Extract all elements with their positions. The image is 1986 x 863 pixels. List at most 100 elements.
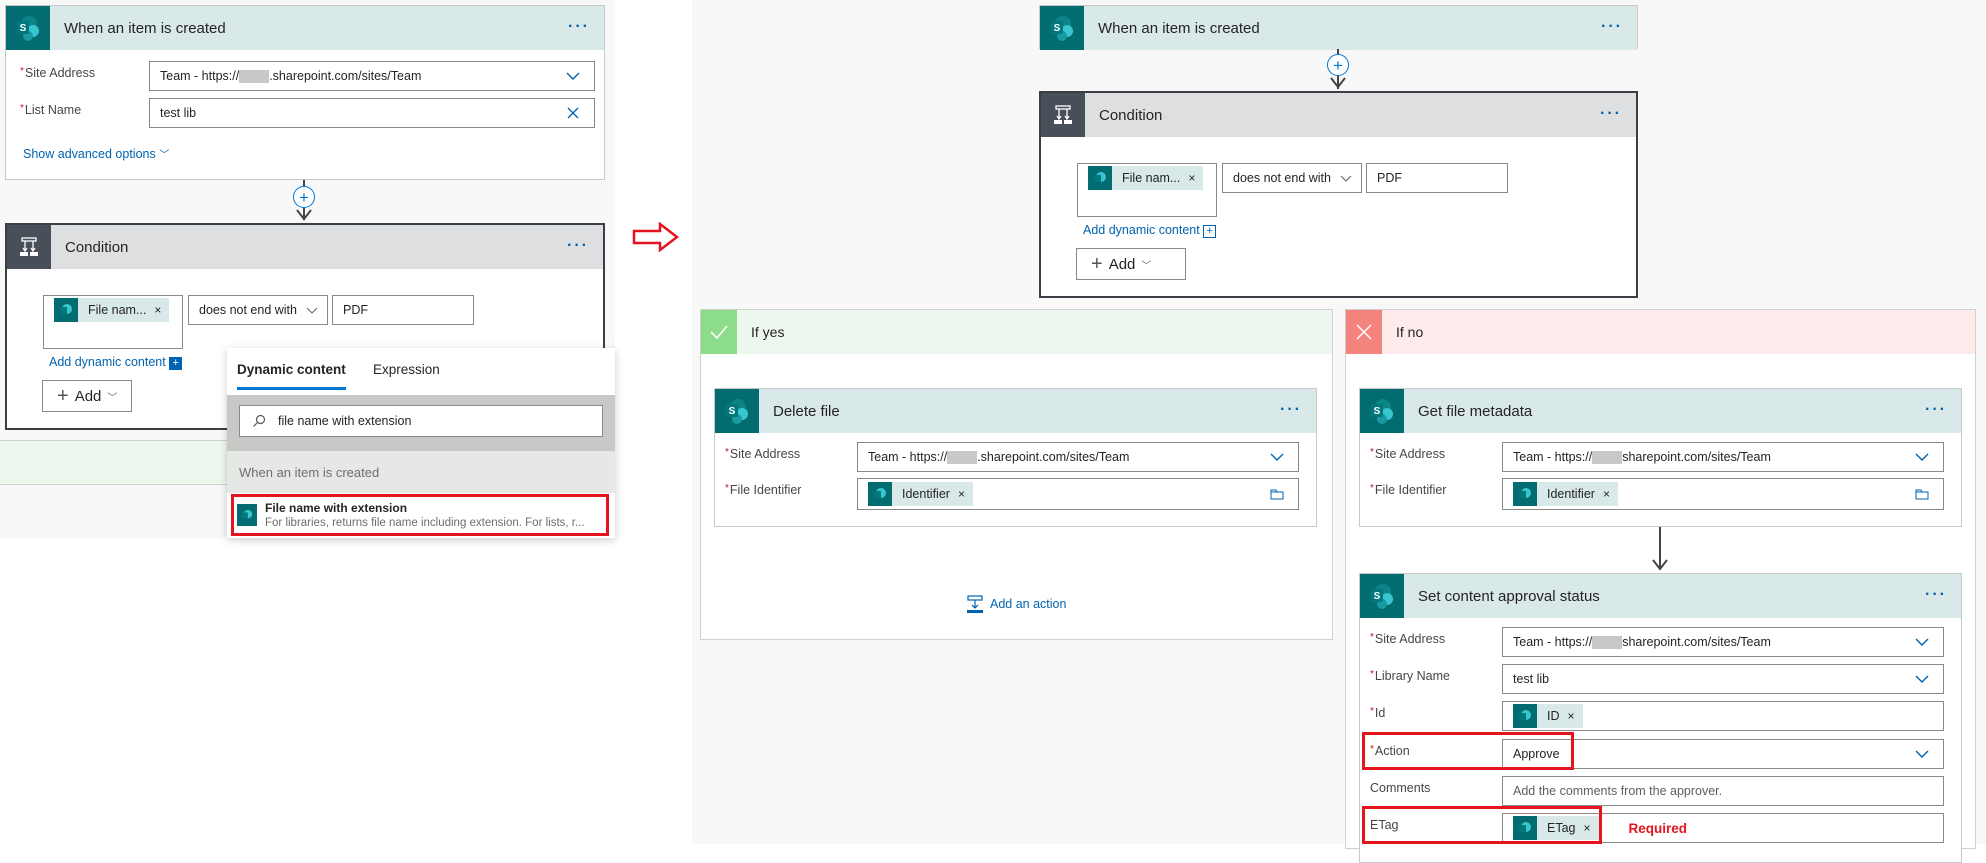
- more-options-icon[interactable]: ···: [568, 18, 590, 36]
- site-address-dropdown[interactable]: Team - https://.sharepoint.com/sites/Tea…: [149, 61, 595, 91]
- highlight-box-action: [1362, 732, 1574, 770]
- redacted-tenant: [947, 450, 978, 464]
- transition-arrow-icon: [632, 222, 680, 252]
- chevron-down-icon[interactable]: [1915, 635, 1929, 649]
- tab-expression[interactable]: Expression: [373, 362, 440, 377]
- chevron-down-icon[interactable]: [1915, 672, 1929, 686]
- add-dynamic-content-link[interactable]: Add dynamic content +: [49, 355, 183, 370]
- file-identifier-input[interactable]: Identifier ×: [1502, 478, 1944, 510]
- remove-token-icon[interactable]: ×: [154, 303, 161, 317]
- operator-dropdown[interactable]: does not end with: [1222, 163, 1362, 193]
- add-action-icon: [967, 595, 983, 613]
- site-address-dropdown[interactable]: Team - https://sharepoint.com/sites/Team: [1502, 627, 1944, 657]
- arrow-down-icon: [1652, 559, 1668, 571]
- sharepoint-icon: S: [1360, 574, 1404, 618]
- chevron-down-icon[interactable]: [1915, 747, 1929, 761]
- folder-icon[interactable]: [1270, 487, 1284, 501]
- add-condition-button[interactable]: + Add ﹀: [42, 380, 132, 412]
- condition-header[interactable]: Condition ···: [1041, 93, 1636, 137]
- chevron-down-icon[interactable]: [1270, 450, 1284, 464]
- condition-icon: [7, 225, 51, 269]
- file-name-token[interactable]: File nam... ×: [54, 298, 170, 322]
- remove-token-icon[interactable]: ×: [958, 487, 965, 501]
- more-options-icon[interactable]: ···: [1925, 586, 1947, 604]
- get-file-metadata-header[interactable]: S Get file metadata ···: [1360, 389, 1961, 433]
- library-name-dropdown[interactable]: test lib: [1502, 664, 1944, 694]
- trigger-header[interactable]: S When an item is created ···: [6, 6, 604, 50]
- chevron-down-icon[interactable]: [566, 69, 580, 83]
- chevron-down-icon[interactable]: [1915, 450, 1929, 464]
- site-address-dropdown[interactable]: Team - https://sharepoint.com/sites/Team: [1502, 442, 1944, 472]
- if-no-header[interactable]: If no: [1346, 310, 1975, 354]
- sharepoint-icon: [1513, 482, 1537, 506]
- if-yes-header[interactable]: If yes: [701, 310, 1332, 354]
- list-name-input[interactable]: test lib: [149, 98, 595, 128]
- condition-value-input[interactable]: PDF: [332, 295, 474, 325]
- folder-icon[interactable]: [1915, 487, 1929, 501]
- group-header: When an item is created: [227, 451, 615, 493]
- sharepoint-icon: S: [1360, 389, 1404, 433]
- redacted-tenant: [1592, 450, 1623, 464]
- remove-token-icon[interactable]: ×: [1603, 487, 1610, 501]
- condition-value-input[interactable]: PDF: [1366, 163, 1508, 193]
- sharepoint-icon: S: [6, 6, 50, 50]
- id-label: *Id: [1370, 706, 1386, 720]
- more-options-icon[interactable]: ···: [567, 237, 589, 255]
- set-content-approval-header[interactable]: S Set content approval status ···: [1360, 574, 1961, 618]
- trigger-header[interactable]: S When an item is created ···: [1040, 6, 1637, 50]
- right-trigger-card[interactable]: S When an item is created ···: [1039, 5, 1638, 50]
- file-identifier-label: *File Identifier: [1370, 483, 1447, 497]
- search-input[interactable]: file name with extension: [239, 405, 603, 437]
- comments-input[interactable]: Add the comments from the approver.: [1502, 776, 1944, 806]
- set-content-approval-card[interactable]: S Set content approval status ··· *Site …: [1359, 573, 1962, 863]
- list-name-label: *List Name: [20, 103, 82, 117]
- svg-text:S: S: [1374, 406, 1381, 417]
- file-name-token[interactable]: File nam... ×: [1088, 166, 1204, 190]
- condition-operand-left[interactable]: File nam... ×: [1077, 163, 1217, 217]
- show-advanced-options-link[interactable]: Show advanced options ﹀: [23, 146, 169, 161]
- svg-text:S: S: [1054, 23, 1061, 34]
- sharepoint-icon: [1088, 166, 1112, 190]
- condition-title: Condition: [65, 238, 129, 256]
- arrow-down-icon: [296, 209, 312, 221]
- svg-text:S: S: [729, 406, 736, 417]
- more-options-icon[interactable]: ···: [1280, 401, 1302, 419]
- identifier-token[interactable]: Identifier ×: [1513, 482, 1618, 506]
- file-identifier-label: *File Identifier: [725, 483, 802, 497]
- remove-token-icon[interactable]: ×: [1568, 709, 1575, 723]
- sharepoint-icon: S: [1040, 6, 1084, 50]
- tab-dynamic-content[interactable]: Dynamic content: [237, 362, 346, 390]
- chevron-down-icon: [306, 307, 318, 314]
- get-file-metadata-card[interactable]: S Get file metadata ··· *Site Address Te…: [1359, 388, 1962, 527]
- add-dynamic-content-link[interactable]: Add dynamic content +: [1083, 223, 1217, 238]
- more-options-icon[interactable]: ···: [1925, 401, 1947, 419]
- file-identifier-input[interactable]: Identifier ×: [857, 478, 1299, 510]
- trigger-title: When an item is created: [1098, 19, 1260, 37]
- id-input[interactable]: ID ×: [1502, 701, 1944, 731]
- remove-token-icon[interactable]: ×: [1188, 171, 1195, 185]
- if-no-branch[interactable]: If no S Get file metadata ··· *Site Addr…: [1345, 309, 1976, 863]
- operator-dropdown[interactable]: does not end with: [188, 295, 328, 325]
- dynamic-content-panel[interactable]: Dynamic content Expression file name wit…: [227, 348, 615, 538]
- clear-icon[interactable]: [566, 106, 580, 120]
- more-options-icon[interactable]: ···: [1600, 105, 1622, 123]
- redacted-tenant: [1592, 635, 1623, 649]
- identifier-token[interactable]: Identifier ×: [868, 482, 973, 506]
- delete-file-card[interactable]: S Delete file ··· *Site Address Team - h…: [714, 388, 1317, 527]
- add-an-action-button[interactable]: Add an action: [966, 595, 1066, 613]
- insert-step-icon[interactable]: +: [293, 186, 315, 208]
- insert-step-icon[interactable]: +: [1327, 54, 1349, 76]
- more-options-icon[interactable]: ···: [1601, 18, 1623, 36]
- right-condition-card[interactable]: Condition ··· File nam... × does not end…: [1039, 91, 1638, 298]
- delete-file-header[interactable]: S Delete file ···: [715, 389, 1316, 433]
- left-trigger-card[interactable]: S When an item is created ··· *Site Addr…: [5, 5, 605, 180]
- condition-header[interactable]: Condition ···: [7, 225, 603, 269]
- sharepoint-icon: [54, 298, 78, 322]
- site-address-dropdown[interactable]: Team - https://.sharepoint.com/sites/Tea…: [857, 442, 1299, 472]
- condition-operand-left[interactable]: File nam... ×: [43, 295, 183, 349]
- redacted-tenant: [239, 69, 270, 83]
- x-icon: [1346, 310, 1382, 354]
- id-token[interactable]: ID ×: [1513, 704, 1583, 728]
- if-yes-branch[interactable]: If yes S Delete file ··· *Site Address T…: [700, 309, 1333, 640]
- add-condition-button[interactable]: + Add ﹀: [1076, 248, 1186, 280]
